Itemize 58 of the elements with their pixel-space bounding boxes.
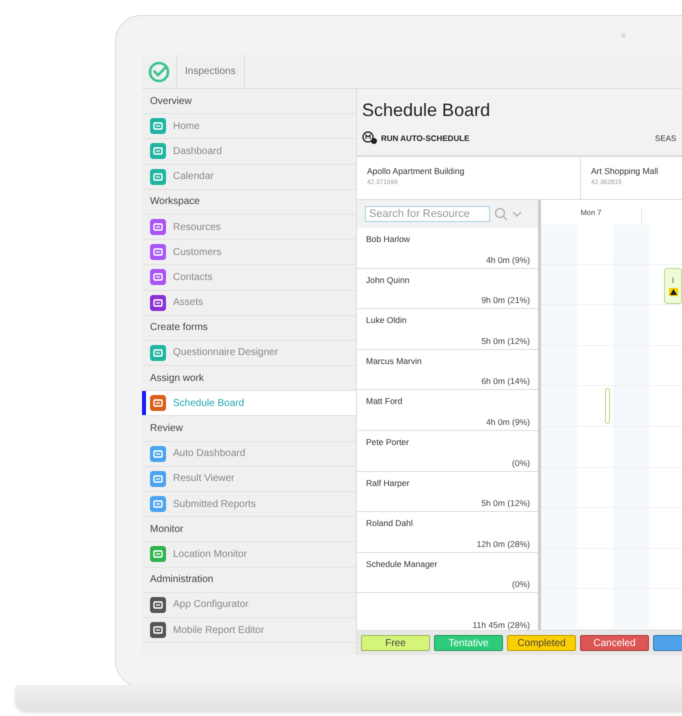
resource-hours: 4h 0m (9%) bbox=[485, 254, 530, 265]
resource-name: Schedule Manager bbox=[366, 558, 438, 569]
site-name: Apollo Apartment Building bbox=[367, 166, 466, 176]
page-title: Schedule Board bbox=[361, 99, 492, 121]
resource-hours: (0%) bbox=[511, 579, 530, 590]
sidebar-item[interactable]: Location Monitor bbox=[142, 542, 356, 568]
search-field[interactable]: Search for Resource bbox=[365, 206, 490, 222]
status-legend-chip: Canceled bbox=[580, 635, 649, 651]
resource-name: Matt Ford bbox=[366, 396, 404, 406]
resource-name: Pete Porter bbox=[366, 436, 410, 447]
resource-hours: 6h 0m (14%) bbox=[480, 376, 530, 386]
sidebar-item[interactable]: Submitted Reports bbox=[142, 492, 356, 518]
robot-schedule-icon bbox=[362, 131, 378, 145]
sidebar-section-label: Administration bbox=[142, 568, 356, 593]
sidebar-section-label: Review bbox=[142, 416, 356, 442]
app-tab[interactable]: Inspections bbox=[177, 55, 245, 88]
sidebar-section-label: Monitor bbox=[142, 517, 356, 542]
sidebar-item[interactable]: App Configurator bbox=[142, 592, 356, 618]
sidebar-item[interactable]: Contacts bbox=[142, 265, 356, 290]
warning-icon bbox=[668, 288, 678, 296]
sidebar-item[interactable]: Resources bbox=[142, 214, 356, 240]
sidebar-item[interactable]: Questionnaire Designer bbox=[142, 340, 356, 366]
run-auto-schedule-button[interactable]: RUN AUTO-SCHEDULE bbox=[362, 131, 655, 145]
sidebar-item[interactable]: Home bbox=[142, 114, 356, 140]
resource-hours: (0%) bbox=[511, 458, 530, 468]
status-legend-chip: Completed bbox=[507, 635, 576, 651]
resource-name: Bob Harlow bbox=[366, 234, 411, 244]
schedule-event[interactable]: I bbox=[664, 268, 682, 304]
resource-hours: 5h 0m (12%) bbox=[480, 498, 530, 508]
resource-name: Luke Oldin bbox=[366, 315, 408, 326]
checkmark-logo-icon bbox=[148, 60, 170, 82]
resource-hours: 12h 0m (28%) bbox=[476, 538, 530, 549]
sidebar-section-label: Overview bbox=[142, 89, 356, 114]
site-name: Art Shopping Mall bbox=[591, 166, 660, 176]
sidebar-item[interactable]: Dashboard bbox=[142, 139, 356, 165]
sidebar-section-label: Workspace bbox=[142, 190, 356, 215]
resource-hours: 4h 0m (9%) bbox=[485, 416, 530, 427]
sidebar-item[interactable]: Assets bbox=[142, 290, 356, 316]
sidebar-item[interactable]: Schedule Board bbox=[142, 391, 356, 416]
resource-hours: 11h 45m (28%) bbox=[472, 620, 530, 630]
resource-name: John Quinn bbox=[366, 274, 410, 285]
resource-hours: 9h 0m (21%) bbox=[480, 295, 530, 306]
toolbar-label[interactable]: SEAS bbox=[655, 134, 676, 142]
sidebar-section-label: Create forms bbox=[142, 316, 356, 341]
sidebar-item[interactable]: Auto Dashboard bbox=[142, 442, 356, 467]
sidebar-item[interactable]: Customers bbox=[142, 240, 356, 266]
sidebar-item[interactable]: Mobile Report Editor bbox=[142, 618, 356, 644]
sidebar-item[interactable]: Result Viewer bbox=[142, 466, 356, 492]
schedule-event[interactable] bbox=[605, 388, 610, 424]
status-legend-chip: Free bbox=[361, 635, 430, 651]
chevron-down-icon[interactable] bbox=[512, 210, 522, 218]
resource-name: Roland Dahl bbox=[366, 518, 414, 528]
sidebar-item[interactable]: Calendar bbox=[142, 164, 356, 190]
search-icon[interactable] bbox=[494, 207, 508, 221]
resource-name: Ralf Harper bbox=[366, 478, 410, 488]
status-legend-chip: Tentative bbox=[434, 635, 503, 651]
resource-hours: 5h 0m (12%) bbox=[480, 336, 530, 346]
resource-name: Marcus Marvin bbox=[366, 356, 423, 366]
